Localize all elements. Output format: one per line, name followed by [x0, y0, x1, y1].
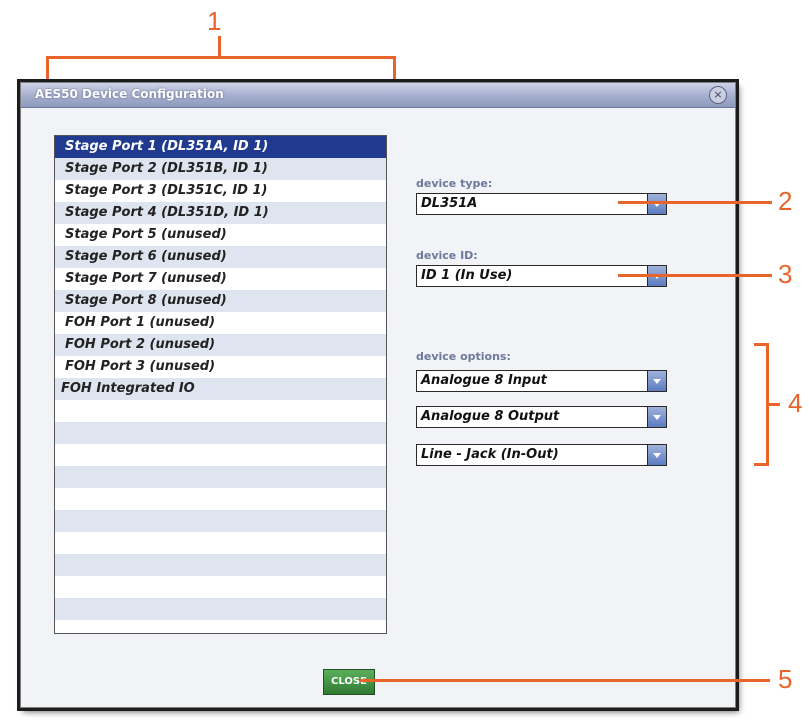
empty-list-row	[55, 444, 386, 466]
port-list-item[interactable]: Stage Port 7 (unused)	[55, 268, 386, 290]
close-button[interactable]: CLOSE	[323, 669, 375, 695]
device-options-label: device options:	[416, 350, 511, 363]
callout-1-bracket-top	[46, 56, 396, 59]
callout-1-stem	[218, 36, 221, 58]
chevron-down-icon[interactable]	[647, 194, 666, 214]
port-list-item[interactable]: Stage Port 1 (DL351A, ID 1)	[55, 136, 386, 158]
port-list-item[interactable]: FOH Port 2 (unused)	[55, 334, 386, 356]
empty-list-row	[55, 576, 386, 598]
port-list-item[interactable]: Stage Port 4 (DL351D, ID 1)	[55, 202, 386, 224]
device-config-dialog: AES50 Device Configuration × Stage Port …	[20, 82, 736, 708]
device-id-label: device ID:	[416, 249, 478, 262]
port-list: Stage Port 1 (DL351A, ID 1) Stage Port 2…	[54, 135, 387, 634]
empty-list-row	[55, 400, 386, 422]
empty-list-row	[55, 510, 386, 532]
port-list-item[interactable]: Stage Port 2 (DL351B, ID 1)	[55, 158, 386, 180]
callout-number-2: 2	[778, 186, 793, 216]
empty-list-row	[55, 466, 386, 488]
empty-list-row	[55, 598, 386, 620]
chevron-down-icon[interactable]	[647, 407, 666, 427]
empty-list-row	[55, 554, 386, 576]
close-icon[interactable]: ×	[709, 86, 727, 104]
callout-number-3: 3	[778, 259, 793, 289]
port-list-item[interactable]: Stage Port 3 (DL351C, ID 1)	[55, 180, 386, 202]
callout-2-line	[618, 201, 772, 204]
port-list-item[interactable]: Stage Port 6 (unused)	[55, 246, 386, 268]
callout-number-4: 4	[788, 388, 803, 418]
empty-list-row	[55, 532, 386, 554]
device-option-value: Analogue 8 Output	[421, 409, 560, 424]
port-list-item[interactable]: FOH Port 1 (unused)	[55, 312, 386, 334]
empty-list-row	[55, 422, 386, 444]
chevron-down-icon[interactable]	[647, 371, 666, 391]
callout-4-line	[768, 403, 780, 406]
callout-4-bracket-bottom	[754, 463, 768, 466]
dialog-title: AES50 Device Configuration	[35, 87, 224, 101]
chevron-down-icon[interactable]	[647, 445, 666, 465]
port-list-item[interactable]: FOH Integrated IO	[55, 378, 386, 400]
port-list-item[interactable]: Stage Port 5 (unused)	[55, 224, 386, 246]
empty-list-row	[55, 488, 386, 510]
callout-number-1: 1	[207, 6, 222, 36]
port-list-item[interactable]: Stage Port 8 (unused)	[55, 290, 386, 312]
device-option-select-1[interactable]: Analogue 8 Input	[416, 370, 667, 392]
device-option-value: Analogue 8 Input	[421, 373, 547, 388]
device-type-value: DL351A	[421, 196, 478, 211]
device-type-label: device type:	[416, 177, 493, 190]
callout-5-line	[360, 679, 770, 682]
port-list-item[interactable]: FOH Port 3 (unused)	[55, 356, 386, 378]
device-option-select-2[interactable]: Analogue 8 Output	[416, 406, 667, 428]
callout-number-5: 5	[778, 664, 793, 694]
device-option-select-3[interactable]: Line - Jack (In-Out)	[416, 444, 667, 466]
device-type-select[interactable]: DL351A	[416, 193, 667, 215]
dialog-titlebar: AES50 Device Configuration ×	[21, 83, 735, 108]
empty-list-row	[55, 620, 386, 633]
device-option-value: Line - Jack (In-Out)	[421, 447, 559, 462]
device-id-value: ID 1 (In Use)	[421, 268, 513, 283]
callout-3-line	[618, 274, 772, 277]
